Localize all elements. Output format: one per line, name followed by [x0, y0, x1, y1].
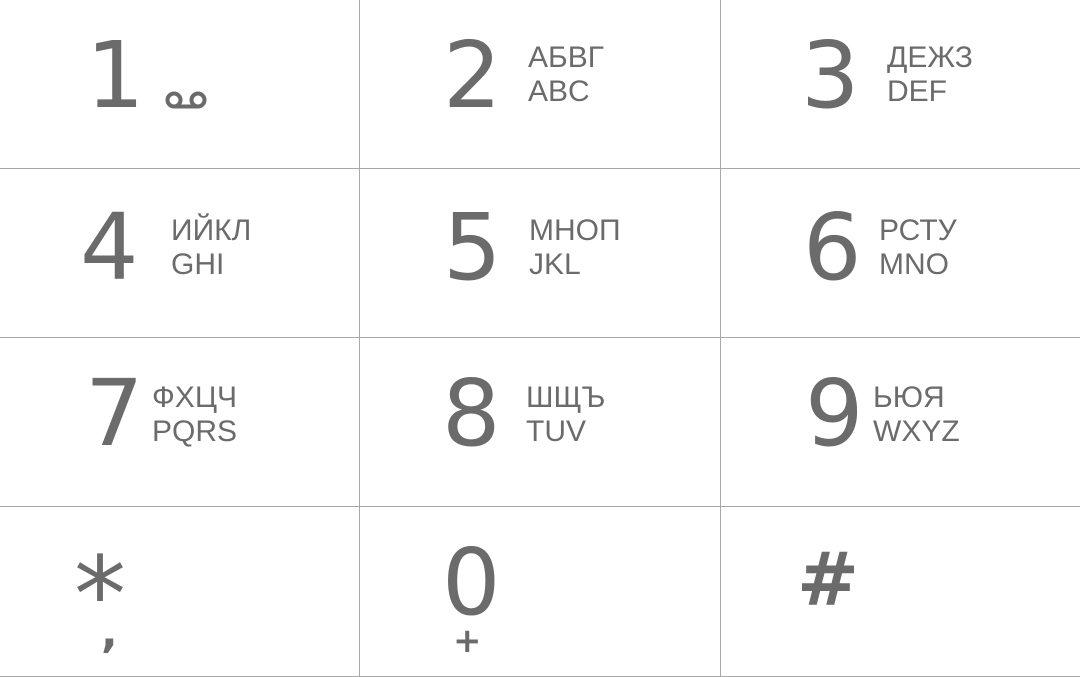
key-digit: 4 [80, 194, 139, 301]
key-digit: * [74, 534, 126, 656]
key-digit: 3 [801, 22, 860, 129]
key-4[interactable]: 4 ИЙКЛ GHI [0, 169, 360, 338]
voicemail-icon [164, 90, 208, 114]
key-letters: ДЕЖЗ DEF [887, 41, 973, 109]
key-6[interactable]: 6 РСТУ MNO [721, 169, 1080, 338]
key-letters: ФХЦЧ PQRS [152, 381, 237, 449]
key-1[interactable]: 1 [0, 0, 360, 169]
key-letters-cyrillic: ИЙКЛ [171, 214, 252, 247]
key-letters-cyrillic: МНОП [529, 214, 621, 247]
key-digit: 5 [443, 194, 502, 301]
key-letters: ЬЮЯ WXYZ [873, 381, 960, 449]
key-letters-latin: MNO [879, 248, 949, 281]
key-letters: МНОП JKL [529, 214, 621, 282]
key-3[interactable]: 3 ДЕЖЗ DEF [721, 0, 1080, 169]
dialpad: 1 2 АБВГ ABC 3 ДЕЖЗ DEF 4 ИЙКЛ GHI 5 МНО… [0, 0, 1080, 677]
key-0[interactable]: 0 + [360, 507, 721, 677]
key-letters: ИЙКЛ GHI [171, 214, 251, 282]
key-digit: # [797, 537, 860, 623]
key-star[interactable]: * , [0, 507, 360, 677]
key-letters-latin: PQRS [152, 415, 238, 448]
key-letters-latin: TUV [526, 415, 586, 448]
key-letters-latin: DEF [887, 75, 947, 108]
key-digit: 2 [443, 22, 502, 129]
key-digit: 7 [85, 360, 144, 467]
key-letters-cyrillic: ДЕЖЗ [887, 41, 973, 74]
key-7[interactable]: 7 ФХЦЧ PQRS [0, 338, 360, 507]
key-letters-cyrillic: ШЩЪ [526, 381, 606, 414]
key-digit: 6 [803, 194, 862, 301]
key-letters-latin: JKL [529, 248, 581, 281]
key-letters-cyrillic: АБВГ [528, 41, 604, 74]
key-sub-comma: , [101, 607, 118, 658]
key-9[interactable]: 9 ЬЮЯ WXYZ [721, 338, 1080, 507]
key-letters-latin: ABC [528, 75, 590, 108]
key-letters-latin: GHI [171, 248, 225, 281]
key-hash[interactable]: # [721, 507, 1080, 677]
key-digit: 0 [442, 529, 501, 636]
key-digit: 1 [86, 22, 145, 129]
key-sub-plus: + [453, 621, 482, 661]
key-digit: 9 [805, 360, 864, 467]
key-5[interactable]: 5 МНОП JKL [360, 169, 721, 338]
key-8[interactable]: 8 ШЩЪ TUV [360, 338, 721, 507]
key-letters-latin: WXYZ [873, 415, 960, 448]
key-letters: АБВГ ABC [528, 41, 604, 109]
key-letters-cyrillic: ЬЮЯ [873, 381, 945, 414]
key-letters-cyrillic: РСТУ [879, 214, 957, 247]
key-letters-cyrillic: ФХЦЧ [152, 381, 238, 414]
key-letters: ШЩЪ TUV [526, 381, 605, 449]
key-letters: РСТУ MNO [879, 214, 957, 282]
key-2[interactable]: 2 АБВГ ABC [360, 0, 721, 169]
key-digit: 8 [442, 360, 501, 467]
